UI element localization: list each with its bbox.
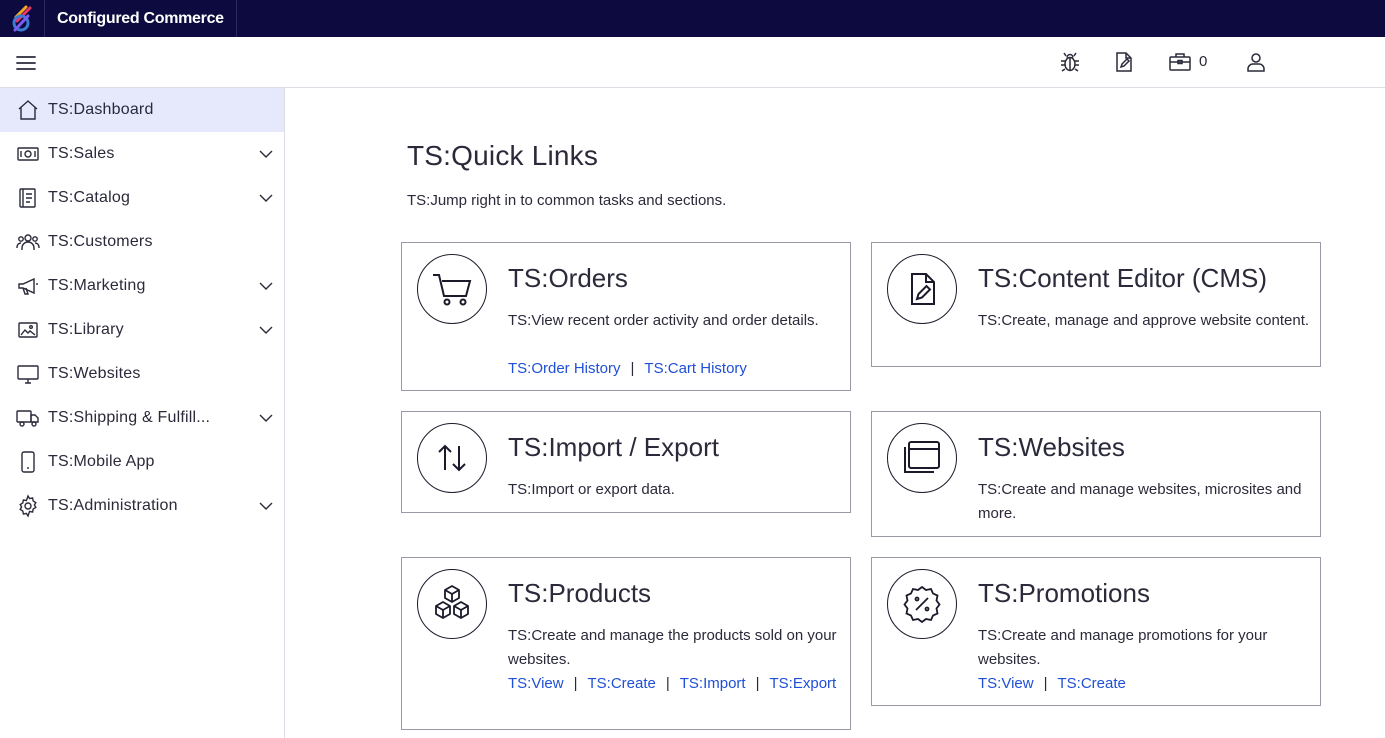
sidebar-item-label: TS:Catalog bbox=[48, 189, 131, 206]
chevron-down-icon[interactable] bbox=[258, 278, 274, 294]
sidebar-item-shipping[interactable]: TS:Shipping & Fulfill... bbox=[0, 396, 284, 440]
card-title[interactable]: TS:Products bbox=[508, 578, 651, 609]
sidebar-item-dashboard[interactable]: TS:Dashboard bbox=[0, 88, 284, 132]
chevron-down-icon[interactable] bbox=[258, 322, 274, 338]
home-icon bbox=[16, 98, 40, 122]
bug-icon[interactable] bbox=[1058, 50, 1082, 74]
document-edit-icon[interactable] bbox=[1112, 50, 1136, 74]
products-create-link[interactable]: TS:Create bbox=[587, 675, 655, 692]
card-links: TS:View | TS:Create bbox=[978, 672, 1313, 696]
card-title[interactable]: TS:Promotions bbox=[978, 578, 1150, 609]
catalog-icon bbox=[16, 186, 40, 210]
chevron-down-icon[interactable] bbox=[258, 146, 274, 162]
monitor-icon bbox=[16, 362, 40, 386]
sidebar-item-label: TS:Administration bbox=[48, 497, 178, 514]
customers-icon bbox=[16, 230, 40, 254]
chevron-down-icon[interactable] bbox=[258, 410, 274, 426]
sidebar-item-label: TS:Sales bbox=[48, 145, 115, 162]
products-export-link[interactable]: TS:Export bbox=[770, 675, 837, 692]
sidebar-item-label: TS:Dashboard bbox=[48, 101, 154, 118]
link-separator: | bbox=[665, 675, 670, 692]
main-content: TS:Quick Links TS:Jump right in to commo… bbox=[285, 88, 1385, 738]
browser-windows-icon bbox=[887, 423, 957, 493]
link-separator: | bbox=[630, 360, 635, 377]
sidebar-item-label: TS:Websites bbox=[48, 365, 141, 382]
mobile-icon bbox=[16, 450, 40, 474]
sidebar-item-label: TS:Library bbox=[48, 321, 124, 338]
user-icon[interactable] bbox=[1244, 50, 1268, 74]
cubes-icon bbox=[417, 569, 487, 639]
card-products: TS:Products TS:Create and manage the pro… bbox=[401, 557, 851, 730]
promotions-view-link[interactable]: TS:View bbox=[978, 675, 1034, 692]
sidebar-item-websites[interactable]: TS:Websites bbox=[0, 352, 284, 396]
brand-name[interactable]: Configured Commerce bbox=[45, 0, 237, 37]
card-description: TS:View recent order activity and order … bbox=[508, 312, 819, 329]
sidebar-item-sales[interactable]: TS:Sales bbox=[0, 132, 284, 176]
products-import-link[interactable]: TS:Import bbox=[680, 675, 746, 692]
order-history-link[interactable]: TS:Order History bbox=[508, 360, 621, 377]
card-websites: TS:Websites TS:Create and manage website… bbox=[871, 411, 1321, 537]
image-library-icon bbox=[16, 318, 40, 342]
card-description: TS:Create, manage and approve website co… bbox=[978, 312, 1310, 329]
brand-logo-icon[interactable] bbox=[0, 0, 45, 37]
sidebar-item-label: TS:Mobile App bbox=[48, 453, 155, 470]
discount-badge-icon bbox=[887, 569, 957, 639]
money-icon bbox=[16, 142, 40, 166]
card-links: TS:View | TS:Create | TS:Import | TS:Export bbox=[508, 672, 843, 696]
card-import-export: TS:Import / Export TS:Import or export d… bbox=[401, 411, 851, 513]
link-separator: | bbox=[1043, 675, 1048, 692]
card-title[interactable]: TS:Content Editor (CMS) bbox=[978, 263, 1267, 294]
sidebar-item-customers[interactable]: TS:Customers bbox=[0, 220, 284, 264]
link-separator: | bbox=[573, 675, 578, 692]
briefcase-cart-icon[interactable] bbox=[1168, 50, 1192, 74]
page-subtitle: TS:Jump right in to common tasks and sec… bbox=[407, 192, 727, 209]
card-description: TS:Create and manage websites, microsite… bbox=[978, 481, 1302, 522]
chevron-down-icon[interactable] bbox=[258, 190, 274, 206]
chevron-down-icon[interactable] bbox=[258, 498, 274, 514]
megaphone-icon bbox=[16, 274, 40, 298]
sidebar-item-mobile-app[interactable]: TS:Mobile App bbox=[0, 440, 284, 484]
hamburger-menu-icon[interactable] bbox=[14, 51, 38, 75]
truck-icon bbox=[16, 406, 40, 430]
import-export-arrows-icon bbox=[417, 423, 487, 493]
card-cms: TS:Content Editor (CMS) TS:Create, manag… bbox=[871, 242, 1321, 367]
card-title[interactable]: TS:Import / Export bbox=[508, 432, 719, 463]
sidebar-item-label: TS:Customers bbox=[48, 233, 153, 250]
cart-count[interactable]: 0 bbox=[1199, 53, 1207, 70]
sidebar-item-catalog[interactable]: TS:Catalog bbox=[0, 176, 284, 220]
cart-history-link[interactable]: TS:Cart History bbox=[644, 360, 747, 377]
card-title[interactable]: TS:Orders bbox=[508, 263, 628, 294]
products-view-link[interactable]: TS:View bbox=[508, 675, 564, 692]
promotions-create-link[interactable]: TS:Create bbox=[1057, 675, 1125, 692]
card-description: TS:Create and manage promotions for your… bbox=[978, 627, 1268, 668]
card-promotions: TS:Promotions TS:Create and manage promo… bbox=[871, 557, 1321, 706]
document-edit-icon bbox=[887, 254, 957, 324]
gear-icon bbox=[16, 494, 40, 518]
card-links: TS:Order History | TS:Cart History bbox=[508, 357, 843, 381]
sidebar-item-label: TS:Marketing bbox=[48, 277, 146, 294]
sidebar-item-administration[interactable]: TS:Administration bbox=[0, 484, 284, 528]
sidebar-item-library[interactable]: TS:Library bbox=[0, 308, 284, 352]
link-separator: | bbox=[755, 675, 760, 692]
card-description: TS:Create and manage the products sold o… bbox=[508, 627, 837, 668]
sidebar: TS:Dashboard TS:Sales TS:Catalog TS:Cust… bbox=[0, 88, 285, 738]
page-title: TS:Quick Links bbox=[407, 140, 599, 171]
card-orders: TS:Orders TS:View recent order activity … bbox=[401, 242, 851, 391]
top-bar: Configured Commerce bbox=[0, 0, 1385, 37]
toolbar: 0 bbox=[0, 37, 1385, 88]
shopping-cart-icon bbox=[417, 254, 487, 324]
card-description: TS:Import or export data. bbox=[508, 481, 675, 498]
sidebar-item-label: TS:Shipping & Fulfill... bbox=[48, 409, 211, 426]
sidebar-item-marketing[interactable]: TS:Marketing bbox=[0, 264, 284, 308]
card-title[interactable]: TS:Websites bbox=[978, 432, 1125, 463]
